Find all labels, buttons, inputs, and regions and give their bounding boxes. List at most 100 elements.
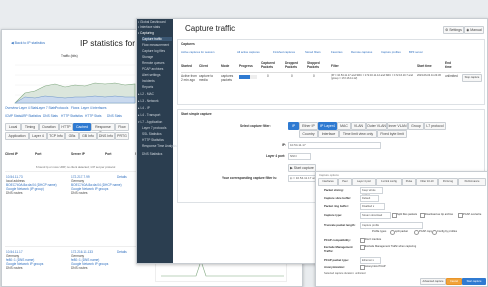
chip-inner-vlan[interactable]: Inner VLAN xyxy=(387,122,408,130)
sidebar-item-l3-network[interactable]: ▸ L3 - Network xyxy=(138,99,159,103)
chip-vlan[interactable]: VLAN xyxy=(351,122,366,130)
capture-row[interactable]: Active from 2 min ago capture to media c… xyxy=(181,74,482,88)
chip-country[interactable]: Country xyxy=(299,130,318,138)
layer4-port-input[interactable]: NNN xyxy=(288,153,311,160)
subtab-finished[interactable]: Finished captures xyxy=(273,50,295,54)
back-to-ip-statistics-link[interactable]: ◀ Back to IP statistics xyxy=(11,41,45,45)
filter-layer4-button[interactable]: Layer 4 xyxy=(29,132,47,140)
chip-ip[interactable]: IP xyxy=(288,122,299,130)
subtab-active-session[interactable]: Active captures for session xyxy=(181,50,214,54)
opt-tab-layer4-port[interactable]: Layer 4 port xyxy=(352,178,376,186)
chip-time-limit[interactable]: Time limit view only xyxy=(339,130,377,138)
subtab-bpf-server[interactable]: BPF server xyxy=(409,50,423,54)
opt-tab-peer[interactable]: Peer xyxy=(338,178,352,186)
opt-capture-type-select[interactable]: Stream download xyxy=(360,212,391,219)
chip-group[interactable]: Group xyxy=(408,122,424,130)
col-client-ip[interactable]: Client IP xyxy=(5,152,18,156)
tab-flows[interactable]: Flows xyxy=(71,106,79,110)
sidebar-item-dns-statistics[interactable]: DNS Statistics xyxy=(142,152,162,156)
chip-interface[interactable]: Interface xyxy=(318,130,339,138)
sidebar-item-capture-traffic[interactable]: Capture traffic xyxy=(142,37,172,41)
opt-tab-1st-link[interactable]: 1st link config xyxy=(376,178,402,186)
subtab-profiles[interactable]: Capture profiles xyxy=(381,50,401,54)
opt-tab-filter[interactable]: Filter 10-10 xyxy=(416,178,438,186)
sidebar-item-l4-transport[interactable]: ▸ L4 - Transport xyxy=(138,113,160,117)
tab-icmp-stats[interactable]: ICMP Stats xyxy=(5,114,21,118)
sidebar-item-l2-mac[interactable]: ▸ L2 - MAC xyxy=(138,92,154,96)
start-capture-button[interactable]: Start capture xyxy=(462,278,486,285)
sidebar-item-reports[interactable]: Reports xyxy=(142,85,153,89)
chip-ether-ip[interactable]: Ether IP xyxy=(299,122,318,130)
subtab-stored-filters[interactable]: Stored filters xyxy=(305,50,321,54)
sidebar-item-http-statistics[interactable]: HTTP Statistics xyxy=(142,138,164,142)
sidebar-item-l7-application[interactable]: ▾ L7 - Application xyxy=(138,120,162,124)
chip-ip-layer4[interactable]: IP Layer4 xyxy=(318,122,337,130)
sidebar-item-flow-measurement[interactable]: Flow measurement xyxy=(142,43,169,47)
opt-slice-buffer-select[interactable]: Default xyxy=(360,195,379,202)
row-details-link[interactable]: Details xyxy=(117,250,127,254)
ip-input[interactable]: 10.54.11.17 xyxy=(288,142,381,149)
manual-button[interactable]: ◉ Manual xyxy=(464,26,484,34)
stop-capture-button[interactable]: Stop capture xyxy=(462,74,482,82)
sidebar-item-response-time[interactable]: Response Time Analysis xyxy=(142,144,177,148)
subtab-all-active[interactable]: All active captures xyxy=(237,50,260,54)
tab-protocols[interactable]: Protocols xyxy=(55,106,68,110)
sidebar-item-l4-ip[interactable]: ▸ L4 - IP xyxy=(138,106,150,110)
advanced-capture-button[interactable]: Advanced capture xyxy=(420,278,446,285)
sidebar-item-alert-settings[interactable]: Alert settings xyxy=(142,73,160,77)
tab-http-statistics[interactable]: HTTP Statistics xyxy=(61,114,83,118)
opt-ring-buffer-select[interactable]: Disabled ▾ xyxy=(360,203,385,210)
filter-timing-button[interactable]: Timing xyxy=(21,123,39,131)
tab-overview[interactable]: Overview xyxy=(5,106,18,110)
tab-layer4-interfaces[interactable]: Layer 4 Interfaces xyxy=(81,106,107,110)
sidebar-item-pcap-archives[interactable]: PCAP archives xyxy=(142,67,163,71)
subtab-favorites[interactable]: Favorites xyxy=(331,50,343,54)
filter-flow-button[interactable]: Flow xyxy=(115,123,129,131)
filter-gbs-button[interactable]: GBs xyxy=(65,132,79,140)
sidebar-item-interface-stats[interactable]: ▪ Interface stats xyxy=(138,25,160,29)
opt-tab-performance[interactable]: Performance xyxy=(458,178,486,186)
tab-layer4-stats[interactable]: Layer 4 Stats xyxy=(19,106,38,110)
sidebar-item-storage[interactable]: Storage xyxy=(142,55,153,59)
tab-dns-stats-2[interactable]: DNS Stats xyxy=(107,114,122,118)
chip-outer-vlan[interactable]: Outer VLAN xyxy=(366,122,387,130)
col-server-ip[interactable]: Server IP xyxy=(71,152,85,156)
filter-local-button[interactable]: Local xyxy=(5,123,21,131)
tab-layer7-stats[interactable]: Layer 7 Stats xyxy=(37,106,56,110)
opt-packet-type-select[interactable]: Ethernet ▾ xyxy=(360,257,381,264)
col-port[interactable]: Port xyxy=(35,152,41,156)
row-details-link[interactable]: Details xyxy=(117,175,127,179)
sidebar-item-layer7-protocols[interactable]: Layer 7 protocols xyxy=(142,126,166,130)
filter-tcp-info-button[interactable]: TCP Info xyxy=(47,132,65,140)
filter-response-time-button[interactable]: Response Time xyxy=(91,123,115,135)
sidebar-item-capturing[interactable]: ▪ Capturing xyxy=(138,31,154,35)
filter-dns-info-button[interactable]: DNS Info xyxy=(97,132,115,140)
chip-mac[interactable]: MAC xyxy=(337,122,351,130)
col-server-port[interactable]: Port xyxy=(105,152,111,156)
tab-http-stats[interactable]: HTTP Stats xyxy=(85,114,101,118)
sidebar-item-incidents[interactable]: Incidents xyxy=(142,79,155,83)
filter-application-button[interactable]: Application xyxy=(5,132,29,140)
filter-http-button[interactable]: HTTP xyxy=(59,123,73,131)
filter-duration-button[interactable]: Duration xyxy=(39,123,59,131)
settings-button[interactable]: ⚙ Settings xyxy=(443,26,464,34)
start-capture-link-button[interactable]: ▶ Start capture xyxy=(288,164,316,172)
filter-cached-button[interactable]: Cached xyxy=(73,123,91,131)
filter-prtg-button[interactable]: PRTG xyxy=(115,132,129,140)
subtab-remote[interactable]: Remote captures xyxy=(351,50,372,54)
chip-l7-protocol[interactable]: L7 protocol xyxy=(424,122,446,130)
opt-slicing-select[interactable]: Keep whole packet xyxy=(360,187,383,197)
filter-gb-info-button[interactable]: GB Info xyxy=(79,132,97,140)
opt-tab-ports-log[interactable]: Ports log xyxy=(438,178,458,186)
tab-arp-statistics[interactable]: ARP Statistics xyxy=(21,114,41,118)
chip-byte-limit[interactable]: Fixed byte limit xyxy=(377,130,407,138)
opt-tab-interfaces[interactable]: Interfaces xyxy=(318,178,338,186)
sidebar-item-capture-log-files[interactable]: Capture log files xyxy=(142,49,165,53)
sidebar-item-global-dashboard[interactable]: ▪ Global Dashboard xyxy=(138,20,166,24)
opt-truncate-select[interactable]: Capture profile xyxy=(360,222,423,229)
sidebar-item-remote-queues[interactable]: Remote queues xyxy=(142,61,165,65)
cancel-button[interactable]: Cancel xyxy=(446,278,462,285)
opt-tab-pulse[interactable]: Pulse xyxy=(402,178,416,186)
sidebar-item-ssl-statistics[interactable]: SSL Statistics xyxy=(142,132,162,136)
tab-dns-stats[interactable]: DNS Stats xyxy=(43,114,58,118)
